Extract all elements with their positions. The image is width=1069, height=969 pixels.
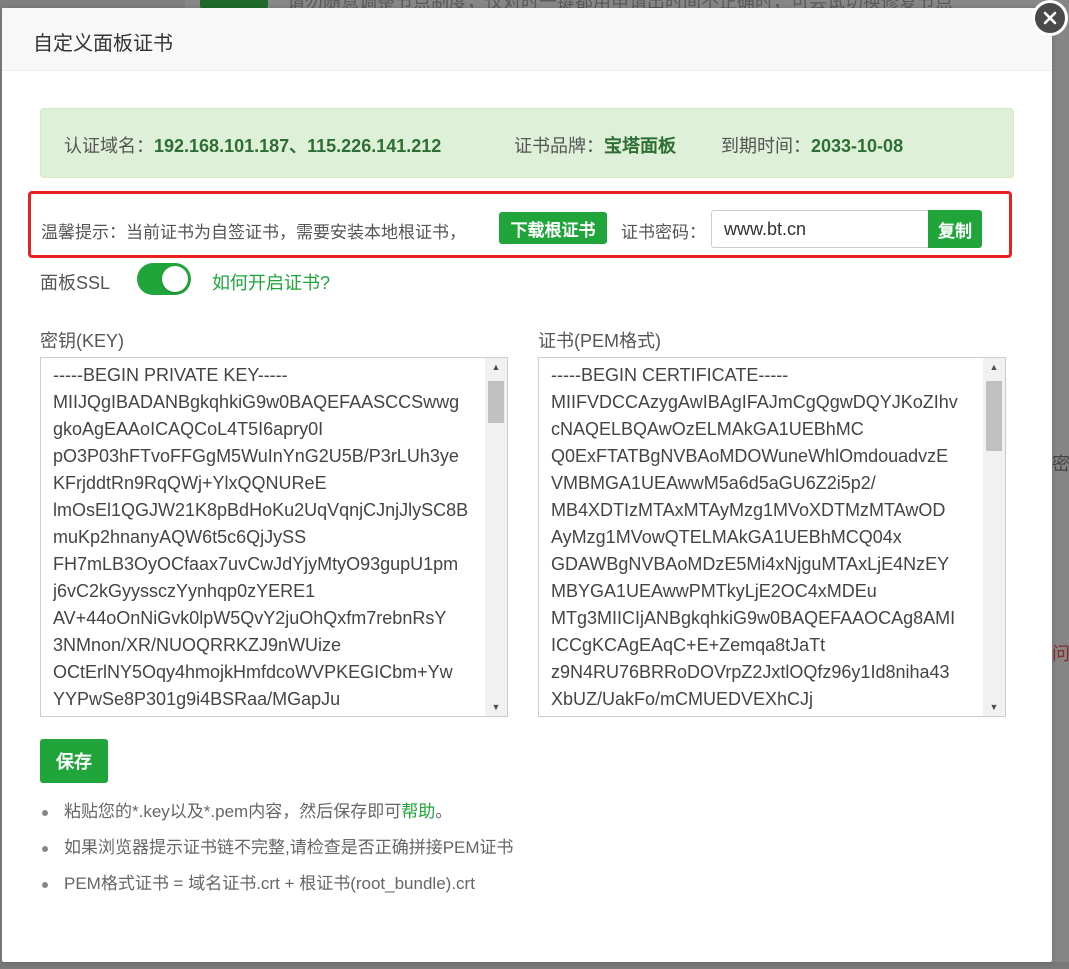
cert-brand: 证书品牌：宝塔面板 [514, 132, 676, 158]
cert-password-input[interactable] [711, 210, 929, 248]
copy-password-button[interactable]: 复制 [928, 210, 982, 248]
key-textarea[interactable]: -----BEGIN PRIVATE KEY----- MIIJQgIBADAN… [40, 357, 508, 717]
how-to-enable-cert-link[interactable]: 如何开启证书? [212, 269, 330, 295]
cert-password-label: 证书密码： [621, 223, 706, 242]
key-scroll-thumb[interactable] [488, 381, 504, 423]
list-item: 粘贴您的*.key以及*.pem内容，然后保存即可帮助。 [40, 802, 514, 838]
dialog-title: 自定义面板证书 [33, 33, 173, 55]
root-cert-alert: 温馨提示：当前证书为自签证书，需要安装本地根证书， 下载根证书 证书密码： 复制 [28, 191, 1012, 258]
cert-domain-label: 认证域名： [64, 136, 154, 156]
cert-brand-value: 宝塔面板 [604, 136, 676, 156]
cert-domain-value: 192.168.101.187、115.226.141.212 [154, 136, 442, 156]
background-button [200, 0, 268, 8]
cert-info-box: 认证域名：192.168.101.187、115.226.141.212 证书品… [40, 108, 1014, 178]
help-link[interactable]: 帮助 [401, 802, 435, 821]
background-right-text-1: 密 [1052, 454, 1069, 474]
cert-scroll-thumb[interactable] [986, 381, 1002, 451]
scroll-up-arrow-icon[interactable]: ▲ [983, 358, 1005, 376]
panel-ssl-toggle[interactable] [137, 263, 191, 295]
download-root-cert-button[interactable]: 下载根证书 [499, 212, 607, 244]
list-item: PEM格式证书 = 域名证书.crt + 根证书(root_bundle).cr… [40, 874, 514, 910]
custom-cert-dialog: 自定义面板证书 认证域名：192.168.101.187、115.226.141… [2, 0, 1068, 962]
cert-expire-value: 2033-10-08 [811, 136, 904, 156]
notes-list: 粘贴您的*.key以及*.pem内容，然后保存即可帮助。 如果浏览器提示证书链不… [40, 802, 514, 910]
note-1-suffix: 。 [435, 802, 453, 821]
scroll-down-arrow-icon[interactable]: ▼ [983, 698, 1005, 716]
scroll-up-arrow-icon[interactable]: ▲ [485, 358, 507, 376]
cert-expire-label: 到期时间： [721, 136, 811, 156]
warm-tip-text: 温馨提示：当前证书为自签证书，需要安装本地根证书， [41, 223, 466, 242]
list-item: 如果浏览器提示证书链不完整,请检查是否正确拼接PEM证书 [40, 838, 514, 874]
cert-brand-label: 证书品牌： [514, 136, 604, 156]
close-icon [1043, 11, 1057, 25]
close-button[interactable] [1032, 0, 1068, 36]
toggle-knob [162, 266, 188, 292]
cert-scrollbar[interactable]: ▲ ▼ [983, 358, 1005, 716]
cert-domain: 认证域名：192.168.101.187、115.226.141.212 [64, 132, 441, 158]
panel-ssl-label: 面板SSL [40, 273, 111, 293]
dialog-header: 自定义面板证书 [2, 8, 1052, 71]
cert-textarea[interactable]: -----BEGIN CERTIFICATE----- MIIFVDCCAzyg… [538, 357, 1006, 717]
key-scrollbar[interactable]: ▲ ▼ [485, 358, 507, 716]
scroll-down-arrow-icon[interactable]: ▼ [485, 698, 507, 716]
key-textarea-content[interactable]: -----BEGIN PRIVATE KEY----- MIIJQgIBADAN… [53, 362, 479, 713]
background-right-text-2: 问 [1052, 644, 1069, 664]
cert-textarea-content[interactable]: -----BEGIN CERTIFICATE----- MIIFVDCCAzyg… [551, 362, 977, 713]
cert-field-label: 证书(PEM格式) [538, 331, 661, 351]
note-1-prefix: 粘贴您的*.key以及*.pem内容，然后保存即可 [64, 802, 402, 821]
save-button[interactable]: 保存 [40, 739, 108, 783]
background-bottom-strip [0, 962, 1069, 969]
cert-expire: 到期时间：2033-10-08 [721, 132, 903, 158]
key-field-label: 密钥(KEY) [40, 331, 125, 351]
background-top-strip: 请勿随意调整节点制度，仅对时一键都用申请出时间不正确时，可尝试切换修复节点 [185, 0, 1069, 12]
background-right-strip [1052, 0, 1069, 969]
